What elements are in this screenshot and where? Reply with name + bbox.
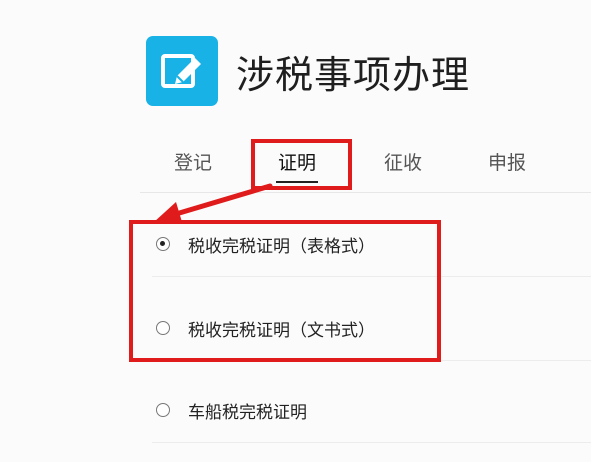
page-title: 涉税事项办理 <box>236 52 471 97</box>
option-tax-certificate-table[interactable]: 税收完税证明（表格式） <box>152 204 591 277</box>
option-label: 税收完税证明（文书式） <box>188 321 375 341</box>
option-label: 税收完税证明（表格式） <box>188 237 375 257</box>
tab-registration[interactable]: 登记 <box>174 148 212 175</box>
tab-declaration[interactable]: 申报 <box>488 148 526 175</box>
edit-icon-glyph <box>161 54 201 88</box>
tab-collection[interactable]: 征收 <box>384 148 422 175</box>
option-label: 车船税完税证明 <box>188 403 307 423</box>
option-tax-certificate-document[interactable]: 税收完税证明（文书式） <box>152 288 591 361</box>
page-header: 涉税事项办理 <box>146 34 470 108</box>
option-vehicle-vessel-tax-certificate[interactable]: 车船税完税证明 <box>152 370 591 443</box>
tab-certificate[interactable]: 证明 <box>275 148 319 183</box>
radio-button[interactable] <box>156 321 170 335</box>
radio-button[interactable] <box>156 403 170 417</box>
edit-icon <box>146 36 218 106</box>
radio-button-selected[interactable] <box>156 237 170 251</box>
tab-bar: 登记 证明 征收 申报 <box>140 138 591 193</box>
